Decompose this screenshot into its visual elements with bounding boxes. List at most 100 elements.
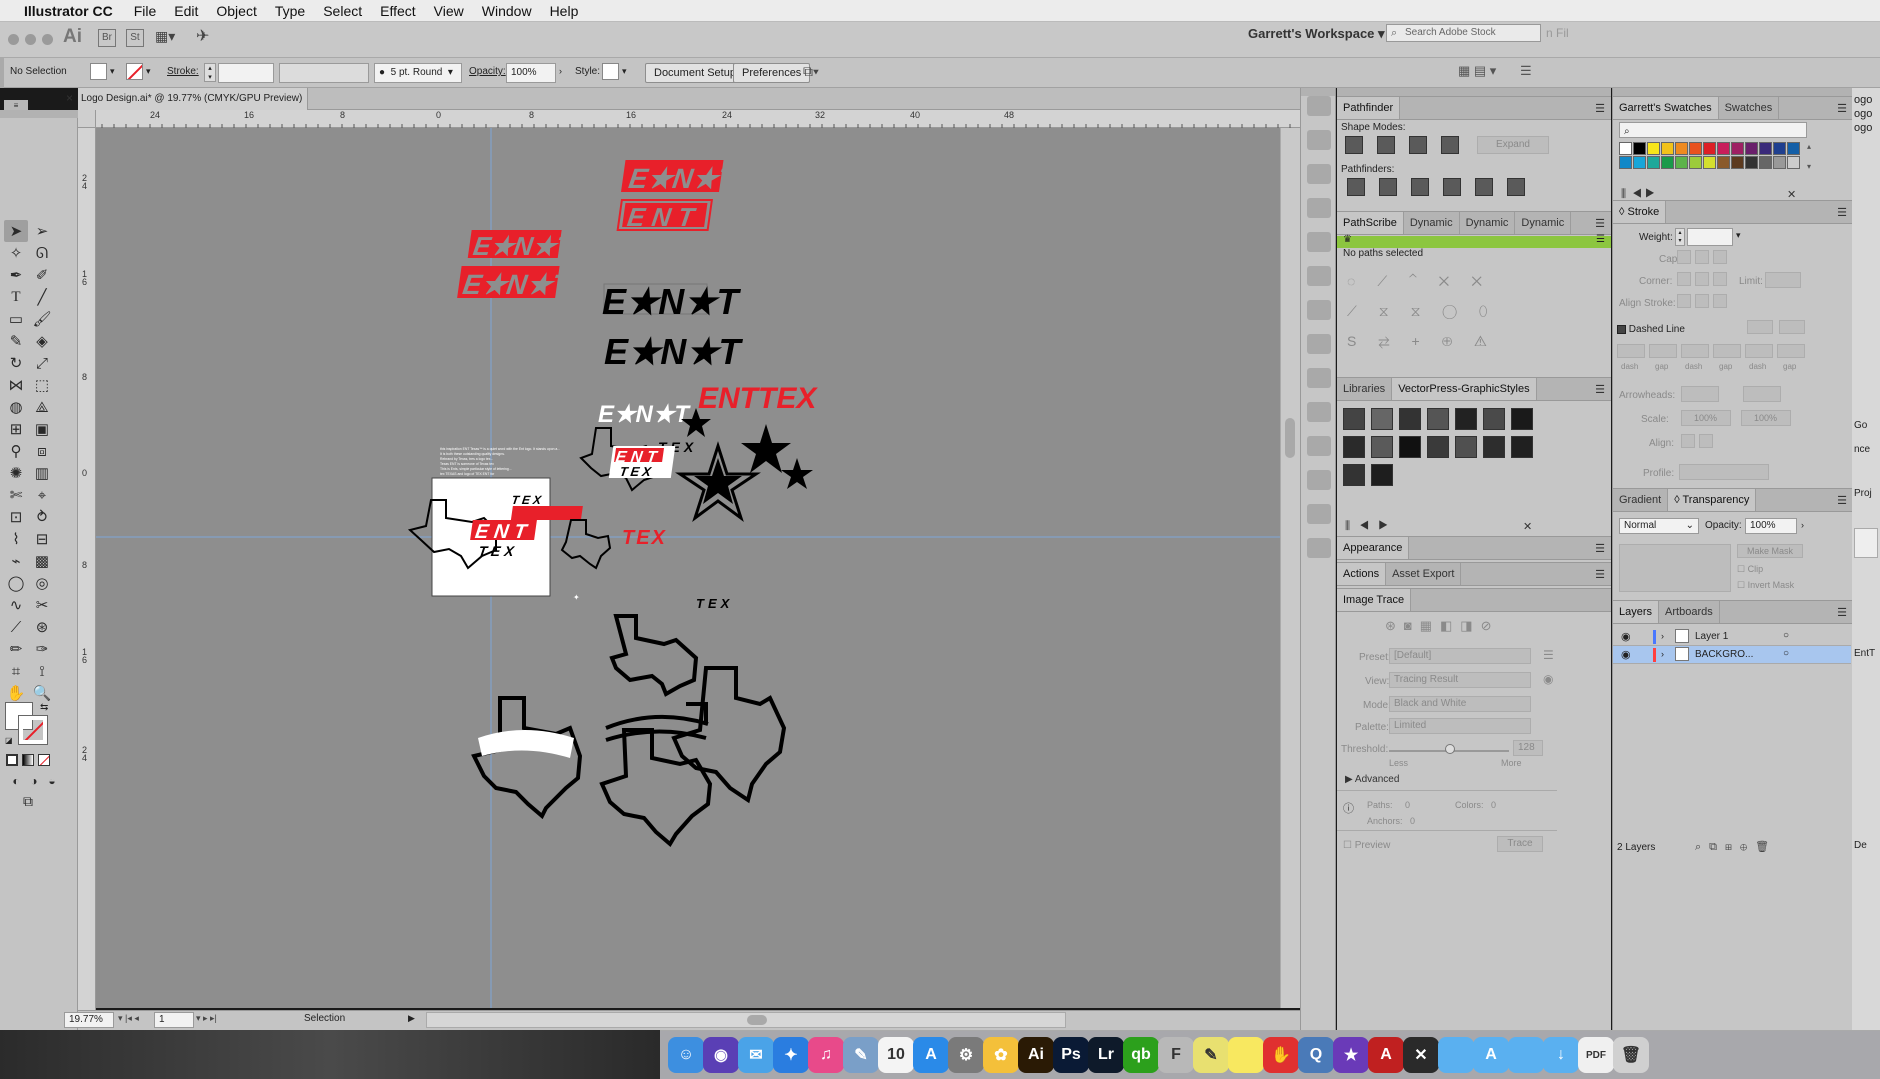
expand-button[interactable]: Expand <box>1477 136 1549 154</box>
knife-tool-icon[interactable]: ⟋ <box>4 616 28 638</box>
dock-messages-like-icon[interactable]: ✉ <box>738 1037 774 1073</box>
panel-info-icon[interactable] <box>1307 402 1331 422</box>
intersect-button[interactable] <box>1409 136 1427 154</box>
target-icon[interactable]: ○ <box>1783 648 1789 659</box>
panel-properties-icon[interactable] <box>1307 96 1331 116</box>
green-bar-menu-icon[interactable]: ☰ <box>1596 234 1605 245</box>
color-swatch[interactable] <box>1689 142 1702 155</box>
arrow-align-1-button[interactable] <box>1681 434 1695 448</box>
palette-select[interactable]: Limited <box>1389 718 1531 734</box>
end-scale-field[interactable]: 100% <box>1741 410 1791 426</box>
menu-object[interactable]: Object <box>207 3 265 19</box>
color-swatch[interactable] <box>1661 142 1674 155</box>
brush-definition[interactable]: ● 5 pt. Round ▾ <box>374 63 462 83</box>
transparency-opacity-field[interactable]: 100% <box>1745 518 1797 534</box>
type-tool-icon[interactable]: T <box>4 286 28 308</box>
align-inside-button[interactable] <box>1695 294 1709 308</box>
menu-edit[interactable]: Edit <box>165 3 207 19</box>
fill-dropdown-icon[interactable]: ▾ <box>110 66 115 77</box>
dock-terminal-icon[interactable]: ✕ <box>1403 1037 1439 1073</box>
gap-field-2[interactable] <box>1713 344 1741 358</box>
column-graph-tool-icon[interactable]: ▥ <box>30 462 54 484</box>
eraser-tool-icon[interactable]: ◈ <box>30 330 54 352</box>
color-swatch[interactable] <box>1619 142 1632 155</box>
dock-itunes-icon[interactable]: ♫ <box>808 1037 844 1073</box>
color-swatch[interactable] <box>1675 142 1688 155</box>
none-mode-icon[interactable] <box>38 754 50 766</box>
free-transform-tool-icon[interactable]: ⬚ <box>30 374 54 396</box>
stroke-weight-stepper[interactable]: ▴ ▾ <box>204 63 216 82</box>
draw-inside-icon[interactable]: ◒ <box>40 770 64 792</box>
dash-field-3[interactable] <box>1745 344 1773 358</box>
eyedropper-tool-icon[interactable]: ⚲ <box>4 440 28 462</box>
panel-menu-icon[interactable]: ☰ <box>1837 606 1847 619</box>
window-close-button[interactable] <box>8 34 19 45</box>
tab-vectorpress[interactable]: VectorPress-GraphicStyles <box>1392 378 1537 400</box>
color-swatch[interactable] <box>1731 156 1744 169</box>
dock-stickies-icon[interactable] <box>1228 1037 1264 1073</box>
tab-image-trace[interactable]: Image Trace <box>1337 589 1412 611</box>
tab-gradient[interactable]: Gradient <box>1613 489 1669 511</box>
image-tool-icon[interactable]: ⊡ <box>4 506 28 528</box>
panel-graphic-styles-icon[interactable] <box>1307 232 1331 252</box>
color-swatch[interactable] <box>1633 156 1646 169</box>
panel-menu-icon[interactable]: ☰ <box>1595 217 1605 230</box>
crop-tool-icon[interactable]: ⌗ <box>4 660 28 682</box>
graphic-style-swatch[interactable] <box>1371 436 1393 458</box>
visibility-eye-icon[interactable]: ◉ <box>1621 648 1631 661</box>
graphic-style-swatch[interactable] <box>1511 436 1533 458</box>
horizontal-ruler[interactable]: 24 16 8 0 8 16 24 32 40 48 <box>78 110 1300 128</box>
dock-calendar-icon[interactable]: 10 <box>878 1037 914 1073</box>
preview-checkbox[interactable]: ☐ Preview <box>1343 840 1390 851</box>
weight-dropdown-icon[interactable]: ▾ <box>1736 230 1741 241</box>
swatch-search-input[interactable]: ⌕ <box>1619 122 1807 138</box>
workspace-switcher[interactable]: Garrett's Workspace ▾ <box>1248 26 1385 42</box>
zoom-field[interactable]: 19.77% <box>64 1012 114 1028</box>
gap-field-1[interactable] <box>1649 344 1677 358</box>
panel-navigator-icon[interactable] <box>1307 368 1331 388</box>
window-zoom-button[interactable] <box>42 34 53 45</box>
menu-window[interactable]: Window <box>473 3 541 19</box>
color-swatch[interactable] <box>1619 156 1632 169</box>
clip-checkbox[interactable]: ☐ Clip <box>1737 564 1763 575</box>
stock-search-input[interactable]: ⌕ Search Adobe Stock <box>1386 24 1541 42</box>
menu-effect[interactable]: Effect <box>371 3 425 19</box>
graphic-style-swatch[interactable] <box>1483 436 1505 458</box>
start-scale-field[interactable]: 100% <box>1681 410 1731 426</box>
panel-paragraph-icon[interactable] <box>1307 470 1331 490</box>
view-select[interactable]: Tracing Result <box>1389 672 1531 688</box>
brush-extra-tool-icon[interactable]: ⌁ <box>4 550 28 572</box>
stroke-dropdown-icon[interactable]: ▾ <box>146 66 151 77</box>
table-tool-icon[interactable]: ⊟ <box>30 528 54 550</box>
merge-button[interactable] <box>1411 178 1429 196</box>
panel-color-icon[interactable] <box>1307 130 1331 150</box>
style-dropdown-icon[interactable]: ▾ <box>622 66 627 77</box>
panel-menu-icon[interactable]: ☰ <box>1595 102 1605 115</box>
end-arrowhead-select[interactable] <box>1743 386 1781 402</box>
dock-system-prefs-icon[interactable]: ⚙ <box>948 1037 984 1073</box>
window-minimize-button[interactable] <box>25 34 36 45</box>
blend-mode-select[interactable]: Normal ⌄ <box>1619 518 1699 534</box>
stock-button[interactable]: St <box>126 29 144 47</box>
color-swatch[interactable] <box>1647 156 1660 169</box>
threshold-field[interactable]: 128 <box>1513 740 1543 756</box>
tab-libraries[interactable]: Libraries <box>1337 378 1393 400</box>
menu-help[interactable]: Help <box>541 3 588 19</box>
make-mask-button[interactable]: Make Mask <box>1737 544 1803 558</box>
dock-illustrator-icon[interactable]: Ai <box>1018 1037 1054 1073</box>
panel-opentype-icon[interactable] <box>1307 504 1331 524</box>
eye-icon[interactable]: ◉ <box>1543 672 1553 686</box>
dock-app-store-icon[interactable]: A <box>913 1037 949 1073</box>
outline-button[interactable] <box>1475 178 1493 196</box>
color-swatch[interactable] <box>1773 142 1786 155</box>
dashed-line-checkbox[interactable]: Dashed Line <box>1617 324 1685 335</box>
fill-swatch[interactable] <box>90 63 107 80</box>
shaper-tool-icon[interactable]: ✎ <box>4 330 28 352</box>
align-icon[interactable]: ▦ ▤ ▾ <box>1458 63 1496 79</box>
menu-select[interactable]: Select <box>314 3 371 19</box>
graphic-style-swatch[interactable] <box>1343 436 1365 458</box>
tab-layers[interactable]: Layers <box>1613 601 1660 623</box>
preserve-dash-button[interactable] <box>1747 320 1773 334</box>
arrange-documents-icon[interactable]: ▦▾ <box>155 28 175 45</box>
status-menu-icon[interactable]: ▶ <box>408 1013 415 1024</box>
